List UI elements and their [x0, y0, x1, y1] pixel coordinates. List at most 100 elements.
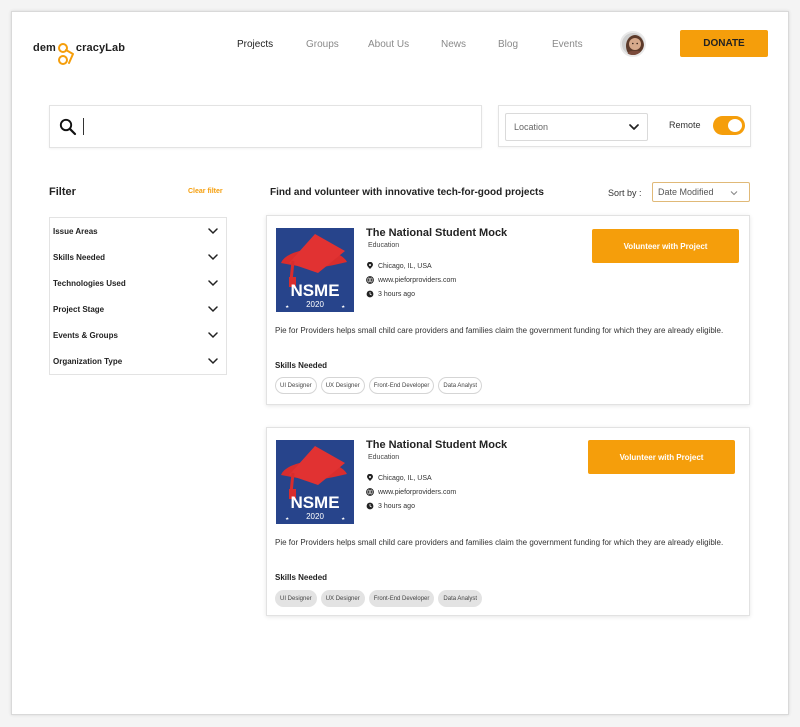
project-updated-row: 3 hours ago — [366, 290, 415, 298]
skill-chip[interactable]: UI Designer — [275, 377, 317, 394]
project-location-row: Chicago, IL, USA — [366, 262, 432, 270]
project-category: Education — [368, 242, 400, 249]
skill-chip[interactable]: Front-End Developer — [368, 590, 435, 607]
project-updated: 3 hours ago — [378, 502, 415, 510]
project-location: Chicago, IL, USA — [378, 474, 432, 482]
chevron-down-icon — [629, 124, 639, 130]
filter-events-groups[interactable]: Events & Groups — [50, 322, 226, 348]
project-updated-row: 3 hours ago — [366, 502, 415, 510]
project-card[interactable]: NSME 2020 The National Student Mock Educ… — [266, 215, 750, 405]
graduation-cap-logo-icon: NSME 2020 — [276, 440, 354, 524]
graduation-cap-logo-icon: NSME 2020 — [276, 228, 354, 312]
location-pin-icon — [367, 474, 373, 481]
donate-button[interactable]: DONATE — [680, 30, 768, 57]
chevron-down-icon — [208, 228, 218, 235]
filter-technologies-used[interactable]: Technologies Used — [50, 270, 226, 296]
volunteer-button[interactable]: Volunteer with Project — [592, 229, 739, 263]
project-image-year: 2020 — [306, 512, 324, 521]
project-image: NSME 2020 — [276, 228, 354, 312]
chevron-down-icon — [208, 306, 218, 313]
project-image: NSME 2020 — [276, 440, 354, 524]
location-select[interactable]: Location — [505, 113, 648, 141]
remote-label: Remote — [669, 120, 701, 130]
project-title[interactable]: The National Student Mock — [366, 227, 507, 239]
project-card[interactable]: NSME 2020 The National Student Mock Educ… — [266, 427, 750, 616]
project-description: Pie for Providers helps small child care… — [275, 538, 724, 547]
project-website[interactable]: www.pieforproviders.com — [378, 277, 456, 284]
chevron-down-icon — [208, 358, 218, 365]
skills-list: UI Designer UX Designer Front-End Develo… — [275, 377, 486, 394]
filter-issue-areas[interactable]: Issue Areas — [50, 218, 226, 244]
logo-text-end: cracyLab — [75, 42, 126, 54]
location-panel: Location Remote — [498, 105, 751, 147]
skills-needed-title: Skills Needed — [275, 361, 328, 370]
search-input[interactable] — [82, 114, 462, 139]
project-location: Chicago, IL, USA — [378, 262, 432, 270]
nav-events[interactable]: Events — [552, 38, 597, 52]
project-title[interactable]: The National Student Mock — [366, 439, 507, 451]
filter-project-stage[interactable]: Project Stage — [50, 296, 226, 322]
location-pin-icon — [367, 262, 373, 269]
project-image-label: NSME — [290, 493, 339, 512]
volunteer-button[interactable]: Volunteer with Project — [588, 440, 735, 474]
globe-icon — [366, 276, 374, 284]
logo-text-start: dem — [33, 42, 56, 54]
filter-label: Project Stage — [53, 304, 105, 314]
results-heading: Find and volunteer with innovative tech-… — [270, 187, 544, 198]
globe-icon — [366, 488, 374, 496]
democracylab-logo[interactable]: dem cracyLab — [33, 40, 125, 66]
filter-label: Issue Areas — [53, 226, 98, 236]
skill-chip[interactable]: Data Analyst — [438, 590, 483, 607]
skill-chip[interactable]: UX Designer — [320, 377, 365, 394]
skill-chip[interactable]: Front-End Developer — [368, 377, 435, 394]
filter-organization-type[interactable]: Organization Type — [50, 348, 226, 374]
filter-label: Events & Groups — [53, 330, 118, 340]
skills-list: UI Designer UX Designer Front-End Develo… — [275, 590, 486, 607]
filter-label: Skills Needed — [53, 252, 106, 262]
nav-projects[interactable]: Projects — [237, 38, 306, 52]
clock-icon — [366, 290, 374, 298]
search-icon — [59, 118, 77, 135]
project-search-box[interactable] — [49, 105, 482, 148]
location-placeholder: Location — [514, 122, 549, 132]
main-navigation: Projects Groups About Us News Blog Event… — [237, 38, 597, 52]
remote-toggle[interactable] — [713, 116, 745, 135]
nav-blog[interactable]: Blog — [498, 38, 552, 52]
app-window: dem cracyLab Projects Groups About Us Ne… — [11, 11, 789, 715]
sort-label: Sort by : — [608, 188, 642, 198]
project-website-row: www.pieforproviders.com — [366, 488, 456, 496]
project-website-row: www.pieforproviders.com — [366, 276, 456, 284]
avatar-portrait-icon — [622, 33, 644, 55]
nav-groups[interactable]: Groups — [306, 38, 368, 52]
clock-icon — [366, 502, 374, 510]
chevron-down-icon — [208, 280, 218, 287]
clear-filter-link[interactable]: Clear filter — [188, 188, 223, 195]
user-avatar[interactable] — [620, 31, 646, 57]
filter-title: Filter — [49, 186, 76, 198]
text-cursor — [83, 118, 84, 135]
project-location-row: Chicago, IL, USA — [366, 474, 432, 482]
sort-select[interactable]: Date Modified — [652, 182, 750, 202]
project-updated: 3 hours ago — [378, 290, 415, 298]
toggle-knob — [728, 119, 742, 132]
project-description: Pie for Providers helps small child care… — [275, 326, 724, 335]
filter-label: Organization Type — [53, 356, 123, 366]
filter-label: Technologies Used — [53, 278, 126, 288]
chevron-down-icon — [730, 191, 738, 196]
project-category: Education — [368, 454, 400, 461]
project-website[interactable]: www.pieforproviders.com — [378, 489, 456, 496]
project-image-label: NSME — [290, 281, 339, 300]
sort-selected-value: Date Modified — [658, 187, 714, 197]
skills-needed-title: Skills Needed — [275, 573, 328, 582]
filter-panel: Issue Areas Skills Needed Technologies U… — [49, 217, 227, 375]
chevron-down-icon — [208, 254, 218, 261]
skill-chip[interactable]: Data Analyst — [438, 377, 483, 394]
skill-chip[interactable]: UI Designer — [275, 590, 317, 607]
nav-about-us[interactable]: About Us — [368, 38, 441, 52]
skill-chip[interactable]: UX Designer — [320, 590, 365, 607]
nav-news[interactable]: News — [441, 38, 498, 52]
filter-skills-needed[interactable]: Skills Needed — [50, 244, 226, 270]
logo-mark-icon — [55, 40, 77, 68]
project-image-year: 2020 — [306, 300, 324, 309]
chevron-down-icon — [208, 332, 218, 339]
